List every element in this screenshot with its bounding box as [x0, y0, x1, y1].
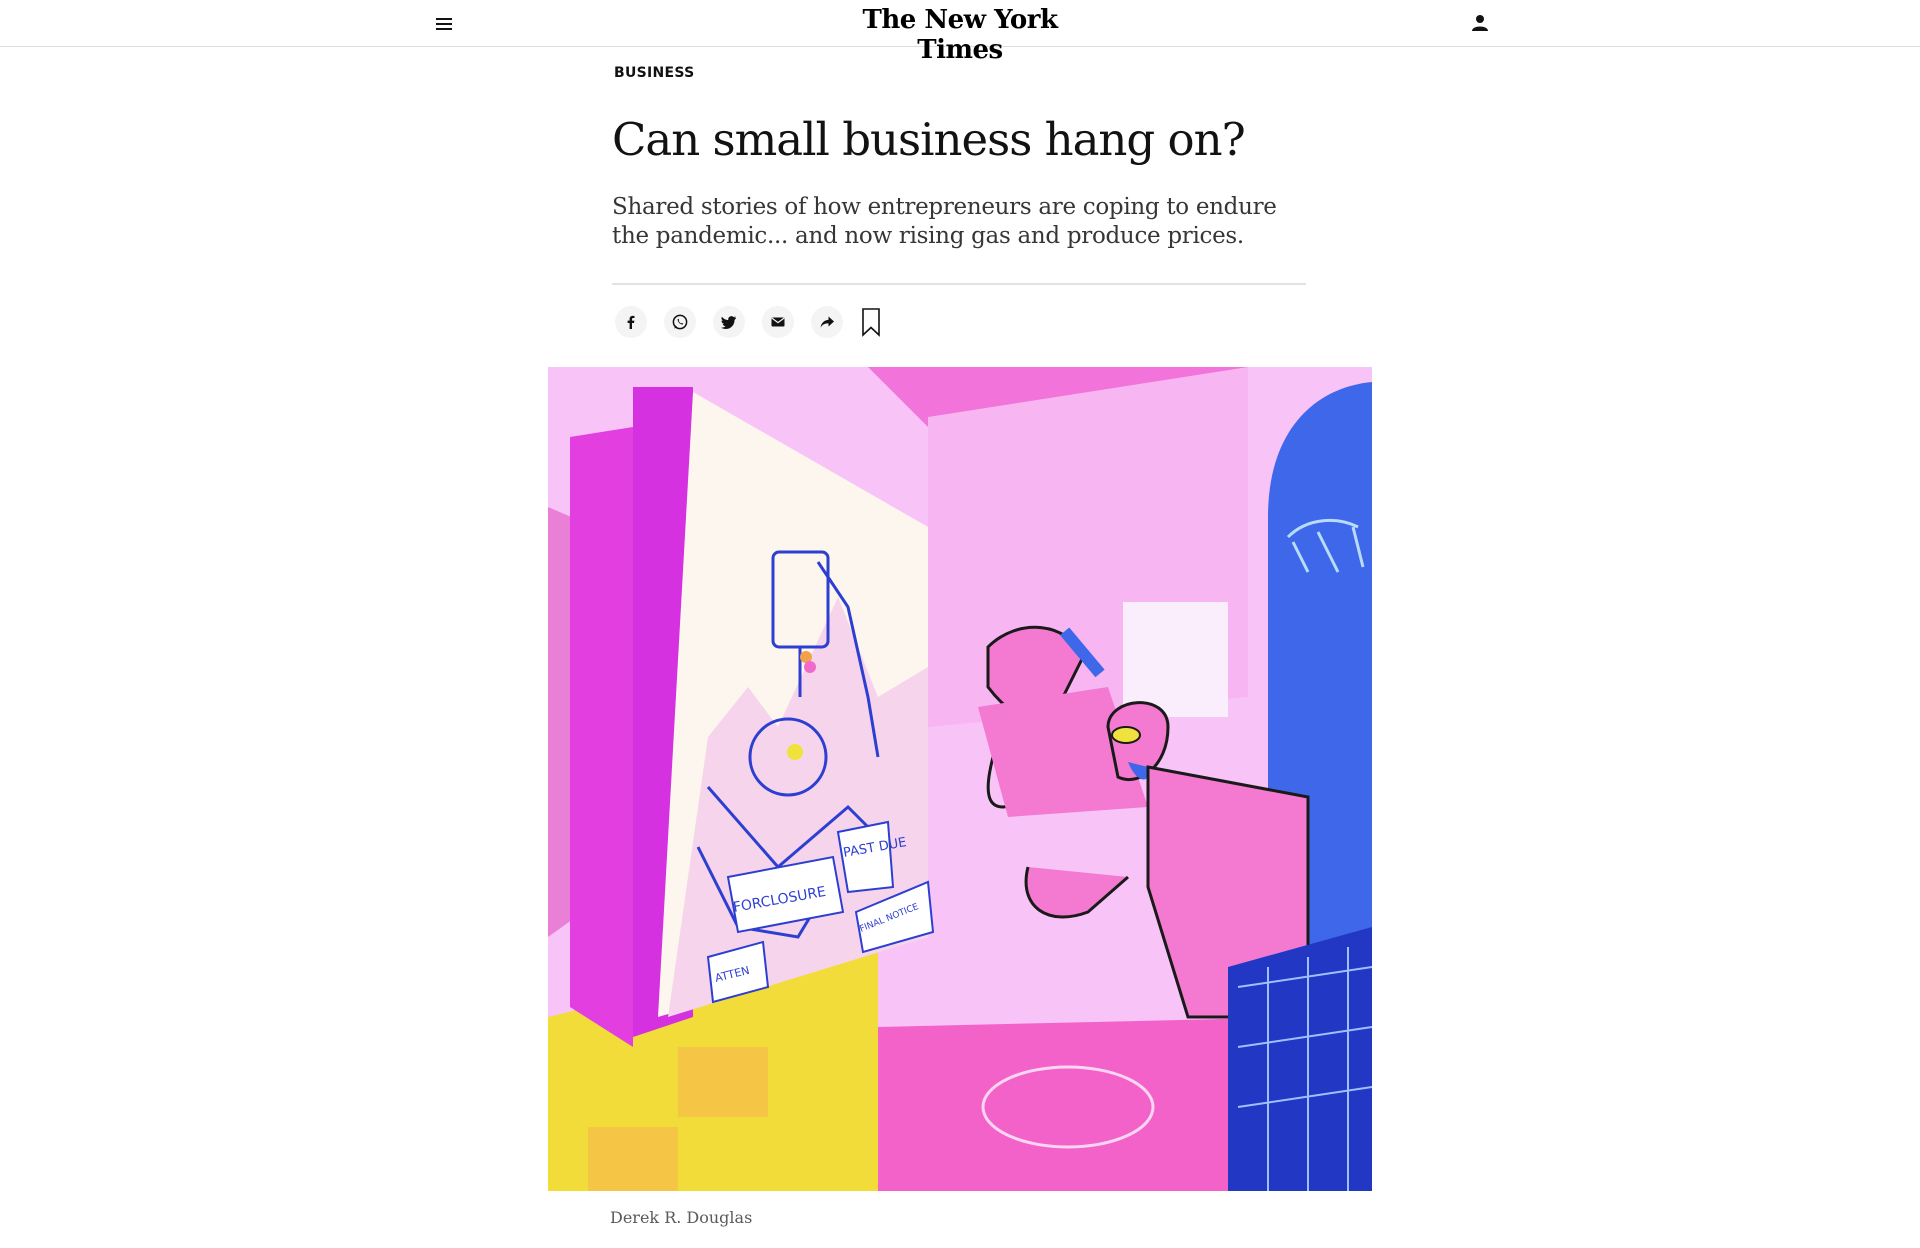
top-bar: The New York Times [0, 0, 1920, 65]
skull-eye [787, 744, 803, 760]
twitter-icon [721, 316, 736, 329]
person-icon[interactable] [1469, 12, 1491, 34]
menu-line [436, 23, 452, 25]
card-chip [804, 661, 816, 673]
share-arrow-icon [820, 316, 834, 328]
facebook-icon [627, 315, 635, 329]
menu-line [436, 28, 452, 30]
twitter-share-button[interactable] [713, 306, 745, 338]
plaid-pants [1228, 927, 1372, 1191]
menu-line [436, 18, 452, 20]
divider [612, 283, 1306, 285]
whatsapp-icon [672, 314, 688, 330]
mirror-cabinet-side [570, 427, 633, 1047]
hamburger-menu-icon[interactable] [434, 14, 456, 34]
nyt-logo[interactable]: The New York Times [820, 5, 1100, 65]
article-summary: Shared stories of how entrepreneurs are … [612, 194, 1277, 249]
headline: Can small business hang on? [612, 113, 1246, 166]
man-eye [1111, 726, 1141, 744]
counter-tile [678, 1047, 768, 1117]
window [1123, 602, 1228, 717]
more-share-button[interactable] [811, 306, 843, 338]
section-label[interactable]: BUSINESS [614, 65, 695, 81]
email-share-button[interactable] [762, 306, 794, 338]
counter-tile [588, 1127, 678, 1191]
facebook-share-button[interactable] [615, 306, 647, 338]
bookmark-icon[interactable] [860, 307, 882, 337]
article-illustration[interactable]: FORCLOSURE PAST DUE FINAL NOTICE ATTEN [548, 367, 1372, 1191]
whatsapp-share-button[interactable] [664, 306, 696, 338]
image-credit: Derek R. Douglas [610, 1208, 753, 1227]
email-icon [771, 317, 785, 327]
